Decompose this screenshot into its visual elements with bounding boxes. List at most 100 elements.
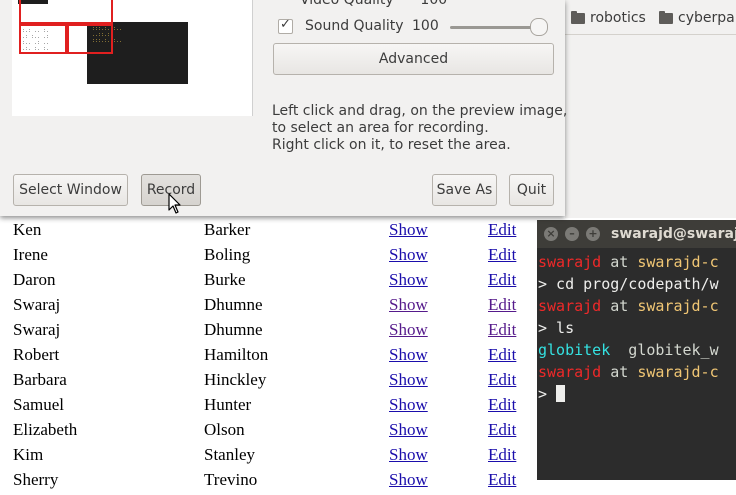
- edit-link[interactable]: Edit: [488, 420, 516, 440]
- maximize-icon[interactable]: +: [586, 227, 600, 241]
- show-link[interactable]: Show: [389, 370, 428, 390]
- first-name-cell: Kim: [13, 445, 44, 464]
- file-name: globitek_w: [610, 341, 719, 359]
- edit-link[interactable]: Edit: [488, 245, 516, 265]
- advanced-button[interactable]: Advanced: [273, 43, 554, 75]
- prompt-user: swarajd: [538, 253, 602, 271]
- sound-quality-slider[interactable]: [450, 26, 540, 29]
- table-row: Kim Stanley Show Edit: [0, 445, 537, 470]
- table-row: Sherry Trevino Show Edit: [0, 470, 537, 495]
- sound-quality-label: Sound Quality: [305, 18, 404, 34]
- show-link[interactable]: Show: [389, 445, 428, 465]
- table-row: Swaraj Dhumne Show Edit: [0, 295, 537, 320]
- selection-region[interactable]: [65, 22, 113, 54]
- directory-name: globitek: [538, 341, 611, 359]
- folder-cyberpa[interactable]: cyberpa: [659, 10, 735, 26]
- edit-link[interactable]: Edit: [488, 345, 516, 365]
- show-link[interactable]: Show: [389, 220, 428, 240]
- command-text: > ls: [538, 319, 575, 337]
- last-name-cell: Barker: [204, 220, 251, 239]
- terminal-title: swarajd@swarajd-: [611, 226, 736, 242]
- show-link[interactable]: Show: [389, 245, 428, 265]
- first-name-cell: Swaraj: [13, 295, 61, 314]
- preview-image[interactable]: .:. :. .. :.: .. :. .: :.. .: :.. .: .. …: [12, 0, 253, 116]
- last-name-cell: Hunter: [204, 395, 252, 414]
- show-link[interactable]: Show: [389, 470, 428, 490]
- folder-icon: [571, 10, 585, 24]
- first-name-cell: Daron: [13, 270, 56, 289]
- edit-link[interactable]: Edit: [488, 270, 516, 290]
- show-link[interactable]: Show: [389, 295, 428, 315]
- video-quality-label: Video Quality 100: [300, 0, 448, 8]
- terminal-line: > cd prog/codepath/w: [538, 273, 719, 295]
- terminal-line: >: [538, 383, 719, 405]
- edit-link[interactable]: Edit: [488, 395, 516, 415]
- edit-link[interactable]: Edit: [488, 470, 516, 490]
- folder-bar: robotics cyberpa: [565, 4, 736, 32]
- prompt-user: swarajd: [538, 363, 602, 381]
- save-as-button[interactable]: Save As: [432, 174, 497, 206]
- terminal-line: swarajd at swarajd-c: [538, 361, 719, 383]
- prompt-host: swarajd-c: [637, 363, 719, 381]
- help-text: Left click and drag, on the preview imag…: [272, 103, 568, 153]
- quit-button[interactable]: Quit: [509, 174, 554, 206]
- prompt-at: at: [601, 253, 638, 271]
- table-row: Ken Barker Show Edit: [0, 220, 537, 245]
- folder-label: cyberpa: [678, 10, 735, 26]
- first-name-cell: Irene: [13, 245, 48, 264]
- divider: [565, 34, 736, 35]
- prompt-host: swarajd-c: [637, 297, 719, 315]
- show-link[interactable]: Show: [389, 320, 428, 340]
- edit-link[interactable]: Edit: [488, 295, 516, 315]
- edit-link[interactable]: Edit: [488, 320, 516, 340]
- last-name-cell: Trevino: [204, 470, 258, 489]
- mouse-pointer-icon: [168, 193, 181, 214]
- edit-link[interactable]: Edit: [488, 370, 516, 390]
- terminal-line: swarajd at swarajd-c: [538, 295, 719, 317]
- edit-link[interactable]: Edit: [488, 220, 516, 240]
- last-name-cell: Burke: [204, 270, 246, 289]
- show-link[interactable]: Show: [389, 420, 428, 440]
- prompt-at: at: [601, 297, 638, 315]
- file-manager-window: robotics cyberpa: [565, 0, 736, 218]
- terminal-line: globitek globitek_w: [538, 339, 719, 361]
- first-name-cell: Sherry: [13, 470, 59, 489]
- prompt-host: swarajd-c: [637, 253, 719, 271]
- table-row: Swaraj Dhumne Show Edit: [0, 320, 537, 345]
- terminal-titlebar: × – + swarajd@swarajd-: [537, 220, 736, 248]
- select-window-button[interactable]: Select Window: [13, 174, 128, 206]
- close-icon[interactable]: ×: [544, 227, 558, 241]
- show-link[interactable]: Show: [389, 395, 428, 415]
- first-name-cell: Ken: [13, 220, 42, 239]
- selection-region[interactable]: [19, 22, 69, 54]
- table-row: Barbara Hinckley Show Edit: [0, 370, 537, 395]
- screen-recorder-dialog: .:. :. .. :.: .. :. .: :.. .: :.. .: .. …: [0, 0, 568, 216]
- sound-quality-checkbox[interactable]: [278, 17, 293, 34]
- show-link[interactable]: Show: [389, 345, 428, 365]
- terminal-line: swarajd at swarajd-c: [538, 251, 719, 273]
- sound-quality-value: 100: [412, 18, 439, 34]
- slider-handle[interactable]: [530, 18, 548, 36]
- folder-robotics[interactable]: robotics: [571, 10, 646, 26]
- folder-icon: [659, 10, 673, 24]
- last-name-cell: Dhumne: [204, 295, 263, 314]
- first-name-cell: Samuel: [13, 395, 64, 414]
- terminal-window: × – + swarajd@swarajd- swarajd at swaraj…: [537, 220, 736, 480]
- prompt-at: at: [601, 363, 638, 381]
- text-cursor: [556, 385, 566, 402]
- table-row: Daron Burke Show Edit: [0, 270, 537, 295]
- first-name-cell: Swaraj: [13, 320, 61, 339]
- first-name-cell: Barbara: [13, 370, 67, 389]
- terminal-output[interactable]: swarajd at swarajd-c > cd prog/codepath/w…: [538, 251, 719, 405]
- people-table: Ken Barker Show Edit Irene Boling Show Edit Daro…: [0, 210, 537, 489]
- folder-label: robotics: [590, 10, 646, 26]
- table-row: Samuel Hunter Show Edit: [0, 395, 537, 420]
- last-name-cell: Stanley: [204, 445, 255, 464]
- edit-link[interactable]: Edit: [488, 445, 516, 465]
- show-link[interactable]: Show: [389, 270, 428, 290]
- first-name-cell: Robert: [13, 345, 60, 364]
- last-name-cell: Olson: [204, 420, 245, 439]
- table-row: Irene Boling Show Edit: [0, 245, 537, 270]
- minimize-icon[interactable]: –: [565, 227, 579, 241]
- prompt-user: swarajd: [538, 297, 602, 315]
